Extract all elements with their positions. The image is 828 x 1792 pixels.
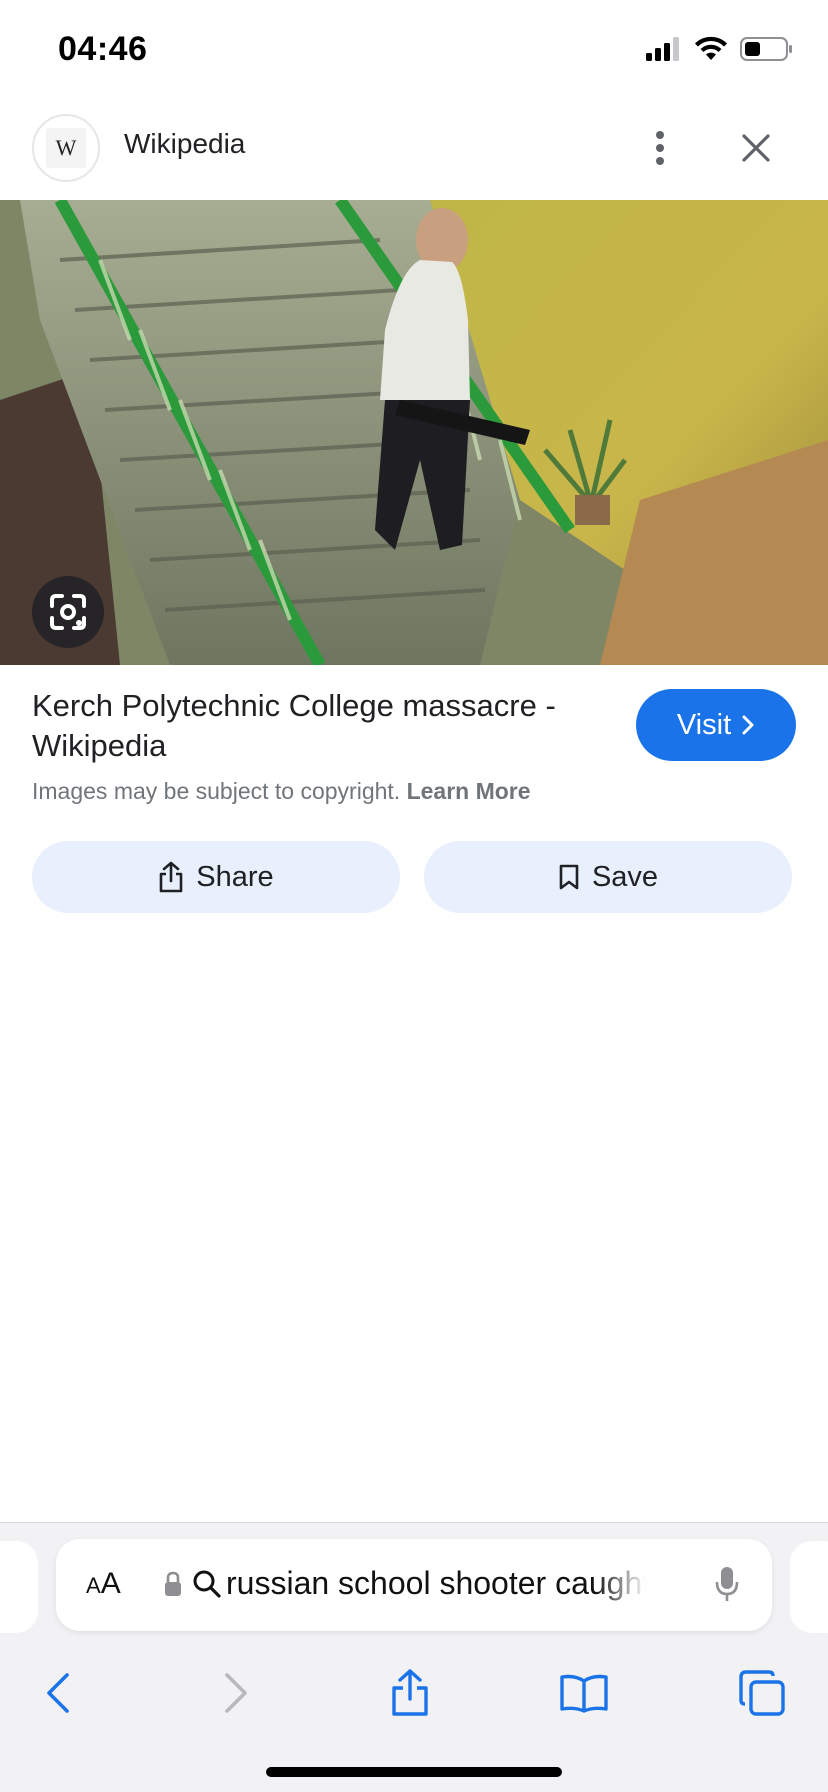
share-button[interactable]: Share bbox=[32, 841, 400, 913]
address-bar[interactable]: AA russian school shooter caught bbox=[56, 1539, 772, 1631]
learn-more-link[interactable]: Learn More bbox=[407, 778, 531, 804]
stairwell-photo bbox=[0, 200, 828, 665]
forward-icon bbox=[225, 1673, 247, 1713]
save-label: Save bbox=[591, 860, 659, 893]
copyright-notice: Images may be subject to copyright. Lear… bbox=[32, 778, 531, 805]
result-image[interactable] bbox=[0, 200, 828, 665]
status-time: 04:46 bbox=[58, 30, 148, 68]
lock-icon bbox=[165, 1571, 181, 1596]
next-tab-peek[interactable] bbox=[790, 1541, 828, 1633]
bookmarks-button[interactable] bbox=[554, 1665, 614, 1721]
more-options-button[interactable] bbox=[640, 118, 680, 178]
browser-toolbar bbox=[0, 1643, 828, 1743]
wifi-icon bbox=[695, 36, 727, 60]
close-icon bbox=[742, 134, 770, 162]
close-button[interactable] bbox=[730, 118, 782, 178]
bookmark-icon bbox=[559, 864, 579, 890]
lens-icon bbox=[50, 594, 86, 630]
home-indicator[interactable] bbox=[266, 1767, 562, 1777]
browser-bottom-bar: AA russian school shooter caught bbox=[0, 1522, 828, 1792]
tabs-icon bbox=[739, 1670, 785, 1716]
previous-tab-peek[interactable] bbox=[0, 1541, 38, 1633]
forward-button[interactable] bbox=[206, 1665, 266, 1721]
visit-button[interactable]: Visit bbox=[636, 689, 796, 761]
visit-label: Visit bbox=[676, 708, 732, 741]
chevron-right-icon bbox=[742, 715, 754, 735]
tabs-button[interactable] bbox=[732, 1665, 792, 1721]
result-header: W Wikipedia bbox=[0, 100, 828, 200]
share-label: Share bbox=[196, 860, 274, 893]
result-title[interactable]: Kerch Polytechnic College massacre - Wik… bbox=[32, 686, 622, 766]
back-icon bbox=[47, 1673, 69, 1713]
site-name[interactable]: Wikipedia bbox=[124, 128, 245, 160]
browser-share-button[interactable] bbox=[380, 1665, 440, 1721]
share-icon bbox=[159, 861, 183, 893]
status-icons bbox=[646, 36, 794, 62]
microphone-icon[interactable] bbox=[714, 1565, 740, 1603]
site-logo[interactable]: W bbox=[32, 114, 100, 182]
copyright-text: Images may be subject to copyright. bbox=[32, 778, 401, 804]
reader-aa-button[interactable]: AA bbox=[86, 1567, 121, 1601]
lens-button[interactable] bbox=[32, 576, 104, 648]
cellular-signal-icon bbox=[646, 37, 679, 61]
more-vert-icon bbox=[656, 131, 664, 165]
search-icon bbox=[193, 1570, 221, 1598]
status-bar: 04:46 bbox=[0, 0, 828, 100]
wikipedia-logo: W bbox=[46, 128, 86, 168]
save-button[interactable]: Save bbox=[424, 841, 792, 913]
battery-icon bbox=[740, 37, 792, 61]
url-field[interactable]: russian school shooter caught bbox=[226, 1565, 646, 1602]
back-button[interactable] bbox=[28, 1665, 88, 1721]
bookmarks-icon bbox=[560, 1674, 608, 1713]
share-icon bbox=[392, 1669, 428, 1716]
